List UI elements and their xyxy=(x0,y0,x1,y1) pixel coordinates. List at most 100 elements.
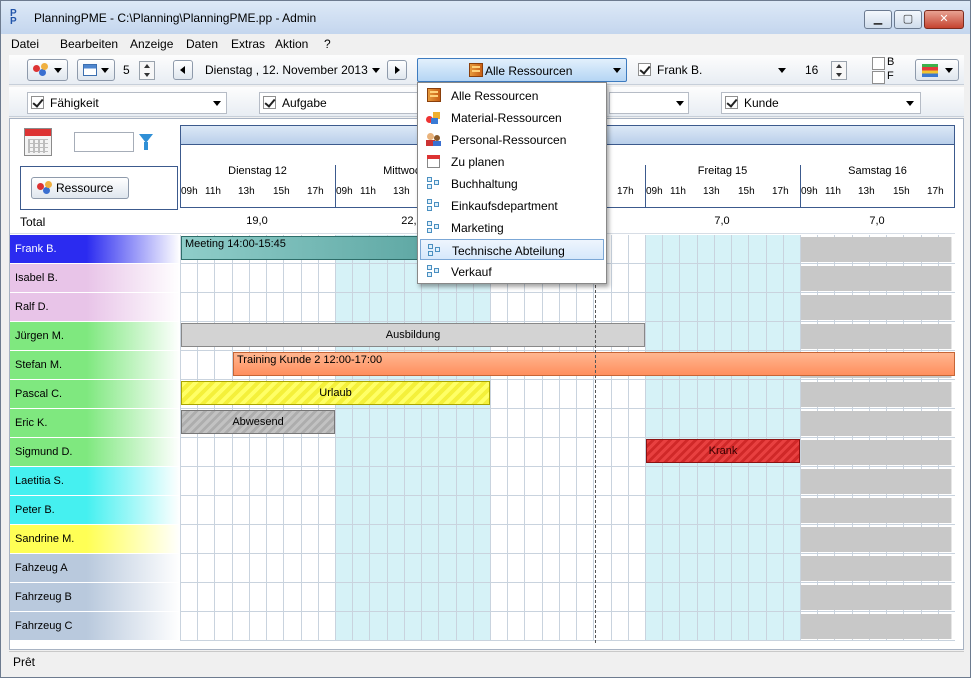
resource-type-button[interactable] xyxy=(27,59,68,81)
resource-row[interactable]: Stefan M. xyxy=(10,351,180,380)
resource-row[interactable]: Fahrzeug B xyxy=(10,583,180,612)
view-mode-button[interactable] xyxy=(77,59,115,81)
total-label: Total xyxy=(20,215,46,229)
event-urlaub[interactable]: Urlaub xyxy=(181,381,490,405)
chevron-down-icon[interactable] xyxy=(213,101,221,106)
skill-checkbox[interactable] xyxy=(31,96,44,109)
menu-aktion[interactable]: Aktion xyxy=(275,37,308,51)
people-icon xyxy=(37,181,53,195)
dropdown-item-label: Technische Abteilung xyxy=(452,244,565,258)
minimize-button[interactable]: ▁ xyxy=(864,10,892,29)
grid-hline xyxy=(180,611,955,612)
resource-row[interactable]: Pascal C. xyxy=(10,380,180,409)
grid-hline xyxy=(180,437,955,438)
event-krank[interactable]: Krank xyxy=(646,439,800,463)
hour-label: 11h xyxy=(205,186,221,197)
resource-name: Sandrine M. xyxy=(15,533,75,545)
resource-sort-button[interactable]: Ressource xyxy=(31,177,129,199)
schedule-grid[interactable]: Frank B. Isabel B. Ralf D. Jürgen M. Stefan … xyxy=(10,235,955,641)
event-abwesend[interactable]: Abwesend xyxy=(181,410,335,434)
flag-b-checkbox[interactable] xyxy=(872,57,885,70)
menu-anzeige[interactable]: Anzeige xyxy=(130,37,173,51)
weekend-block xyxy=(801,237,952,262)
menu-extras[interactable]: Extras xyxy=(231,37,265,51)
hour-label: 17h xyxy=(307,186,324,197)
total-tue: 19,0 xyxy=(246,215,268,227)
dropdown-item[interactable]: Verkauf xyxy=(420,261,604,282)
resource-search-input[interactable] xyxy=(74,132,134,152)
dropdown-item[interactable]: Zu planen xyxy=(420,151,604,172)
dropdown-item-label: Buchhaltung xyxy=(451,177,518,191)
resource-row[interactable]: Eric K. xyxy=(10,409,180,438)
filter-icon[interactable] xyxy=(139,134,153,150)
material-icon xyxy=(426,110,442,125)
weekend-block xyxy=(801,295,952,320)
resource-name: Fahzeug A xyxy=(15,562,68,574)
dropdown-item[interactable]: Material-Ressourcen xyxy=(420,107,604,128)
dropdown-item[interactable]: Einkaufsdepartment xyxy=(420,195,604,216)
date-dropdown-icon[interactable] xyxy=(372,68,380,73)
dropdown-item[interactable]: Alle Ressourcen xyxy=(420,85,604,106)
days-count-value[interactable]: 5 xyxy=(123,63,130,77)
calendar-icon[interactable] xyxy=(24,128,52,156)
org-chart-icon xyxy=(427,243,443,258)
resource-checkbox[interactable] xyxy=(638,63,651,76)
window-view-icon xyxy=(83,64,97,76)
close-button[interactable]: ✕ xyxy=(924,10,964,29)
event-urlaub-label: Urlaub xyxy=(319,387,352,399)
event-abwesend-label: Abwesend xyxy=(232,416,284,428)
flag-f-checkbox[interactable] xyxy=(872,71,885,84)
day-header-fri[interactable]: Freitag 15 xyxy=(645,165,800,181)
date-field[interactable]: Dienstag , 12. November 2013 xyxy=(205,63,368,77)
color-legend-button[interactable] xyxy=(915,59,959,81)
hours-stepper[interactable] xyxy=(831,61,847,80)
chevron-down-icon[interactable] xyxy=(778,68,786,73)
chevron-down-icon[interactable] xyxy=(676,101,684,106)
resource-row[interactable]: Laetitia S. xyxy=(10,467,180,496)
dropdown-item[interactable]: Technische Abteilung xyxy=(420,239,604,260)
resource-row[interactable]: Peter B. xyxy=(10,496,180,525)
main-toolbar: 5 Dienstag , 12. November 2013 Alle Ress… xyxy=(9,55,964,85)
resource-row[interactable]: Fahrzeug C xyxy=(10,612,180,641)
chevron-down-icon[interactable] xyxy=(906,101,914,106)
hour-label: 09h xyxy=(336,186,353,197)
dropdown-item[interactable]: Personal-Ressourcen xyxy=(420,129,604,150)
next-period-button[interactable] xyxy=(387,60,407,80)
menu-daten[interactable]: Daten xyxy=(186,37,218,51)
days-count-stepper[interactable] xyxy=(139,61,155,80)
status-text: Prêt xyxy=(13,655,36,669)
maximize-button[interactable]: ▢ xyxy=(894,10,922,29)
customer-checkbox[interactable] xyxy=(725,96,738,109)
previous-period-button[interactable] xyxy=(173,60,193,80)
dropdown-item[interactable]: Marketing xyxy=(420,217,604,238)
flag-b-label: B xyxy=(887,56,895,68)
dropdown-item-label: Verkauf xyxy=(451,265,492,279)
event-ausbildung-label: Ausbildung xyxy=(385,329,441,341)
menu-help[interactable]: ? xyxy=(324,37,331,51)
resource-row[interactable]: Isabel B. xyxy=(10,264,180,293)
menu-bearbeiten[interactable]: Bearbeiten xyxy=(60,37,118,51)
title-bar: PP PlanningPME - C:\Planning\PlanningPME… xyxy=(1,1,970,34)
dropdown-item[interactable]: Buchhaltung xyxy=(420,173,604,194)
weekend-block xyxy=(801,614,952,639)
dropdown-item-label: Alle Ressourcen xyxy=(451,89,539,103)
resource-row[interactable]: Sigmund D. xyxy=(10,438,180,467)
event-training[interactable]: Training Kunde 2 12:00-17:00 xyxy=(233,352,955,376)
event-meeting[interactable]: Meeting 14:00-15:45 xyxy=(181,236,426,260)
resource-row[interactable]: Fahzeug A xyxy=(10,554,180,583)
people-icon xyxy=(426,132,442,147)
resource-row[interactable]: Ralf D. xyxy=(10,293,180,322)
event-ausbildung[interactable]: Ausbildung xyxy=(181,323,645,347)
event-training-label: Training Kunde 2 12:00-17:00 xyxy=(237,354,383,366)
hour-label: 13h xyxy=(858,186,875,197)
day-header-sat[interactable]: Samstag 16 xyxy=(800,165,955,181)
resource-row[interactable]: Frank B. xyxy=(10,235,180,264)
resource-row[interactable]: Jürgen M. xyxy=(10,322,180,351)
task-checkbox[interactable] xyxy=(263,96,276,109)
hours-value[interactable]: 16 xyxy=(805,63,818,77)
resource-filter-combo[interactable]: Alle Ressourcen xyxy=(417,58,627,82)
resource-row[interactable]: Sandrine M. xyxy=(10,525,180,554)
menu-datei[interactable]: Datei xyxy=(11,37,39,51)
day-header-tue[interactable]: Dienstag 12 xyxy=(180,165,335,181)
hour-label: 15h xyxy=(893,186,910,197)
